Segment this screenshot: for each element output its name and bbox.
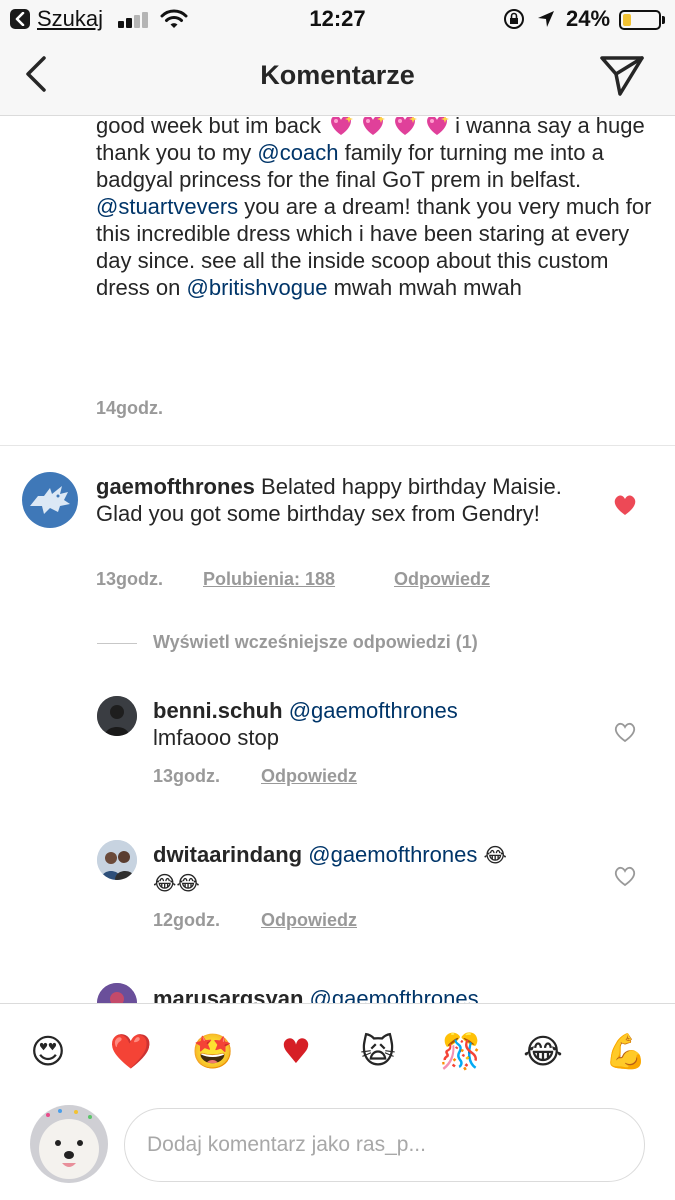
reply-button[interactable]: Odpowiedz <box>394 569 490 590</box>
reply-timestamp: 13godz. <box>153 766 221 786</box>
reply-username[interactable]: marusargsyan <box>153 986 303 1003</box>
heart-eyes-emoji-icon[interactable]: 😍 <box>26 1030 70 1074</box>
mention-link[interactable]: @stuartvevers <box>96 194 238 219</box>
reply-timestamp: 12godz. <box>153 910 221 930</box>
avatar[interactable] <box>97 840 137 880</box>
page-title: Komentarze <box>260 60 415 90</box>
avatar[interactable] <box>97 696 137 736</box>
star-struck-emoji-icon[interactable]: 🤩 <box>191 1030 235 1074</box>
stark-direwolf-icon <box>30 486 70 514</box>
avatar[interactable] <box>22 472 78 528</box>
caption-text-part: mwah mwah mwah <box>327 275 522 300</box>
own-avatar[interactable] <box>30 1105 108 1183</box>
battery-icon <box>619 10 661 30</box>
red-heart-emoji-icon[interactable]: ❤️ <box>109 1030 153 1074</box>
user-photo-icon <box>97 840 137 880</box>
likes-count-link[interactable]: Polubienia: 188 <box>203 569 335 590</box>
emoji-quick-bar: 😍 ❤️ 🤩 ♥ 🙀 🎊 😂 💪 <box>0 1003 675 1098</box>
caption-text: good week but im back i wanna say a huge… <box>96 117 666 301</box>
sparkling-heart-icon <box>363 117 386 135</box>
sparkling-heart-icon <box>395 117 418 135</box>
mention-link[interactable]: @gaemofthrones <box>310 986 479 1003</box>
comment-timestamp: 13godz. <box>96 569 164 589</box>
sparkling-heart-icon <box>427 117 450 135</box>
divider <box>0 445 675 446</box>
rotation-lock-icon <box>504 9 524 29</box>
heart-outline-icon[interactable] <box>613 865 637 887</box>
confetti-emoji-icon[interactable]: 🎊 <box>439 1030 483 1074</box>
header-bar: Komentarze <box>0 40 675 116</box>
comment-body: gaemofthrones Belated happy birthday Mai… <box>96 473 596 527</box>
mention-link[interactable]: @gaemofthrones <box>308 842 477 867</box>
reply-button[interactable]: Odpowiedz <box>261 766 357 787</box>
laughing-tears-icon: 😂 <box>153 871 177 895</box>
reply-body: benni.schuh @gaemofthrones lmfaooo stop <box>153 697 593 751</box>
user-photo-icon <box>97 696 137 736</box>
laughing-tears-icon: 😂 <box>176 871 200 895</box>
reply-text: lmfaooo stop <box>153 725 279 750</box>
reply-username[interactable]: dwitaarindang <box>153 842 302 867</box>
caption-timestamp: 14godz. <box>96 398 164 418</box>
heart-outline-icon[interactable] <box>613 721 637 743</box>
liked-heart-icon[interactable] <box>613 494 637 516</box>
reply-button[interactable]: Odpowiedz <box>261 910 357 931</box>
laughing-tears-icon: 😂 <box>483 843 507 867</box>
mention-link[interactable]: @britishvogue <box>187 275 328 300</box>
battery-percent: 24% <box>566 6 611 31</box>
flexed-biceps-emoji-icon[interactable]: 💪 <box>604 1030 648 1074</box>
avatar[interactable] <box>97 983 137 1003</box>
send-direct-icon[interactable] <box>598 54 646 98</box>
caption-text-part: good week but im back <box>96 117 328 138</box>
dog-photo-icon <box>30 1105 108 1183</box>
weary-cat-emoji-icon[interactable]: 🙀 <box>356 1030 400 1074</box>
heart-suit-emoji-icon[interactable]: ♥ <box>274 1030 318 1074</box>
battery-level-fill <box>623 14 631 26</box>
comment-composer <box>0 1098 675 1200</box>
reply-username[interactable]: benni.schuh <box>153 698 283 723</box>
laughing-tears-emoji-icon[interactable]: 😂 <box>521 1030 565 1074</box>
reply-body: dwitaarindang @gaemofthrones 😂 😂😂 <box>153 841 598 897</box>
mention-link[interactable]: @gaemofthrones <box>289 698 458 723</box>
comments-list[interactable]: good week but im back i wanna say a huge… <box>0 117 675 1003</box>
battery-cap <box>662 16 665 24</box>
view-earlier-replies-button[interactable]: Wyświetl wcześniejsze odpowiedzi (1) <box>153 632 478 653</box>
mention-link[interactable]: @coach <box>257 140 338 165</box>
reply-body: marusargsyan @gaemofthrones <box>153 985 598 1003</box>
location-arrow-icon <box>538 11 554 27</box>
user-photo-icon <box>97 983 137 1003</box>
status-bar: Szukaj 12:27 24% <box>0 0 675 40</box>
divider <box>97 643 137 644</box>
comment-input[interactable] <box>124 1108 645 1182</box>
caption-text-part: i <box>455 117 461 138</box>
comment-username[interactable]: gaemofthrones <box>96 474 255 499</box>
sparkling-heart-icon <box>331 117 354 135</box>
